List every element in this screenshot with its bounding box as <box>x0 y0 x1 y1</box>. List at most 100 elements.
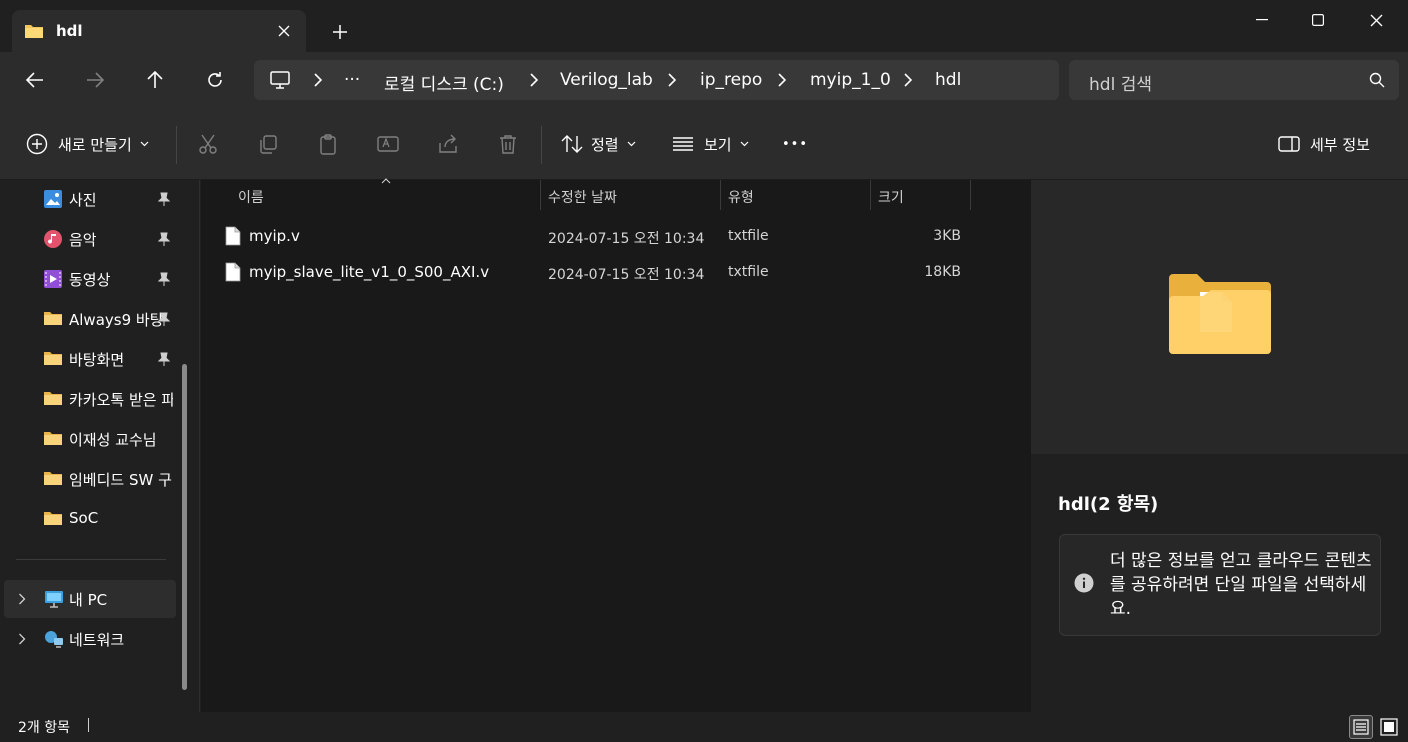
minimize-icon <box>1256 19 1268 21</box>
trash-icon <box>500 135 516 154</box>
file-icon <box>225 262 241 282</box>
maximize-button[interactable] <box>1290 0 1346 40</box>
file-name: myip_slave_lite_v1_0_S00_AXI.v <box>249 263 490 281</box>
arrow-up-icon <box>147 71 163 88</box>
breadcrumb-hdl[interactable]: hdl <box>935 70 961 90</box>
file-row[interactable]: myip.v 2024-07-15 오전 10:34 txtfile 3KB <box>201 218 1031 254</box>
paste-button[interactable] <box>317 132 339 156</box>
navigation-bar: ··· 로컬 디스크 (C:) Verilog_lab ip_repo myip… <box>0 52 1408 108</box>
tab-close-button[interactable] <box>272 19 296 43</box>
chevron-right-icon <box>904 73 913 87</box>
breadcrumb-verilog-lab[interactable]: Verilog_lab <box>560 70 653 90</box>
copy-button[interactable] <box>257 132 279 156</box>
refresh-button[interactable] <box>198 64 232 96</box>
chevron-right-icon[interactable] <box>18 593 26 605</box>
computer-icon <box>270 71 290 89</box>
sidebar-item-network[interactable]: 네트워크 <box>4 620 176 658</box>
rename-button[interactable] <box>377 132 399 156</box>
sidebar-item-professor[interactable]: 이재성 교수님 <box>4 420 176 458</box>
preview-area <box>1031 180 1408 454</box>
cut-button[interactable] <box>197 132 219 156</box>
column-header-date[interactable]: 수정한 날짜 <box>541 180 721 210</box>
new-button[interactable]: 새로 만들기 <box>26 132 149 156</box>
folder-icon <box>44 432 62 445</box>
column-header-name[interactable]: 이름 <box>201 178 541 210</box>
share-button[interactable] <box>437 132 459 156</box>
new-tab-button[interactable] <box>326 18 354 46</box>
sidebar-item-label: SoC <box>69 509 99 527</box>
folder-icon <box>44 512 62 525</box>
sidebar-item-music[interactable]: 음악 <box>4 220 176 258</box>
pin-icon <box>158 312 170 326</box>
sidebar-item-label: 내 PC <box>69 591 108 609</box>
delete-button[interactable] <box>497 132 519 156</box>
details-title: hdl(2 항목) <box>1058 494 1159 515</box>
clipboard-icon <box>320 134 336 155</box>
chevron-down-icon <box>627 141 636 147</box>
chevron-right-icon <box>778 73 787 87</box>
view-button[interactable]: 보기 <box>672 132 749 156</box>
tab-title: hdl <box>56 22 83 40</box>
column-header-size[interactable]: 크기 <box>871 180 971 210</box>
sidebar-item-label: 카카오톡 받은 파 <box>69 391 173 409</box>
chevron-right-icon[interactable] <box>18 633 26 645</box>
folder-icon <box>44 472 62 485</box>
navigation-pane: 사진 음악 동영상 Always9 바탕 바탕화면 카카오톡 받은 파 이재성 … <box>0 180 200 712</box>
refresh-icon <box>208 72 222 87</box>
sidebar-item-embedded-sw[interactable]: 임베디드 SW 구 <box>4 460 176 498</box>
sidebar-item-soc[interactable]: SoC <box>4 500 176 538</box>
close-icon <box>1370 14 1382 26</box>
file-date: 2024-07-15 오전 10:34 <box>548 267 705 283</box>
back-button[interactable] <box>18 64 52 96</box>
sidebar-item-label: 임베디드 SW 구 <box>69 471 172 489</box>
file-row[interactable]: myip_slave_lite_v1_0_S00_AXI.v 2024-07-1… <box>201 254 1031 290</box>
chevron-right-icon <box>530 73 539 87</box>
file-list: 이름 수정한 날짜 유형 크기 myip.v 2024-07-15 오전 10:… <box>201 178 1031 712</box>
tab-hdl[interactable]: hdl <box>12 10 306 52</box>
column-label: 수정한 날짜 <box>548 190 617 206</box>
sort-button[interactable]: 정렬 <box>561 132 636 156</box>
address-bar[interactable]: ··· 로컬 디스크 (C:) Verilog_lab ip_repo myip… <box>254 60 1059 100</box>
minimize-button[interactable] <box>1234 0 1290 40</box>
details-view-button[interactable] <box>1349 715 1373 739</box>
search-placeholder: hdl 검색 <box>1089 75 1152 95</box>
pin-icon <box>158 192 170 206</box>
sidebar-item-always9[interactable]: Always9 바탕 <box>4 300 176 338</box>
sidebar-item-kakaotalk[interactable]: 카카오톡 받은 파 <box>4 380 176 418</box>
breadcrumb-ip-repo[interactable]: ip_repo <box>700 70 762 90</box>
close-window-button[interactable] <box>1348 0 1404 40</box>
sidebar-item-label: 네트워크 <box>69 631 125 649</box>
sidebar-scrollbar[interactable] <box>182 364 187 690</box>
share-icon <box>439 134 457 153</box>
sidebar-item-desktop[interactable]: 바탕화면 <box>4 340 176 378</box>
sidebar-item-videos[interactable]: 동영상 <box>4 260 176 298</box>
close-icon <box>278 25 290 37</box>
forward-button[interactable] <box>78 64 112 96</box>
large-icons-view-button[interactable] <box>1377 715 1401 739</box>
folder-icon <box>44 312 62 325</box>
pin-icon <box>158 232 170 246</box>
file-name: myip.v <box>249 227 300 245</box>
pin-icon <box>158 352 170 366</box>
folder-large-icon <box>1169 274 1271 354</box>
new-label: 새로 만들기 <box>58 135 132 154</box>
breadcrumb-myip-1-0[interactable]: myip_1_0 <box>810 70 891 90</box>
sidebar-divider <box>16 559 166 560</box>
search-box[interactable]: hdl 검색 <box>1069 60 1399 100</box>
toolbar-divider <box>541 126 542 164</box>
breadcrumb-more[interactable]: ··· <box>344 70 360 90</box>
arrow-left-icon <box>26 72 43 88</box>
column-header-type[interactable]: 유형 <box>721 180 871 210</box>
sort-icon <box>561 135 583 153</box>
up-button[interactable] <box>138 64 172 96</box>
more-options-button[interactable]: ••• <box>782 132 808 156</box>
plus-circle-icon <box>26 133 48 155</box>
sidebar-item-photos[interactable]: 사진 <box>4 180 176 218</box>
maximize-icon <box>1312 14 1324 26</box>
details-pane-button[interactable]: 세부 정보 <box>1278 132 1370 156</box>
sidebar-item-this-pc[interactable]: 내 PC <box>4 580 176 618</box>
breadcrumb-local-disk[interactable]: 로컬 디스크 (C:) <box>384 70 504 95</box>
file-icon <box>225 226 241 246</box>
file-type: txtfile <box>728 228 769 244</box>
photos-icon <box>44 190 62 208</box>
